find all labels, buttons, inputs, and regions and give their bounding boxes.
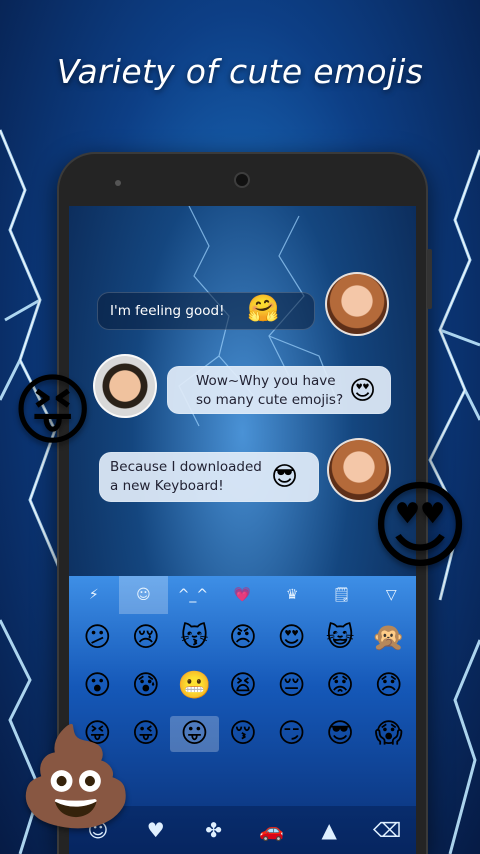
car-icon[interactable]: 🚗 [242, 818, 300, 842]
tab-collapse[interactable]: ▽ [366, 587, 416, 603]
emoji-key[interactable]: 😍 [267, 620, 316, 656]
emoji-key[interactable]: 😮 [73, 668, 122, 704]
emoji-key-selected[interactable]: 😛 [170, 716, 219, 752]
backspace-icon[interactable]: ⌫ [358, 818, 416, 842]
side-button [427, 249, 432, 309]
chat-message-1: I'm feeling good! [110, 303, 225, 319]
sunglasses-emoji: 😎 [271, 462, 299, 492]
heart-eyes-big-emoji: 😍 [370, 470, 471, 582]
emoji-key[interactable]: 😺 [316, 620, 365, 656]
avatar-female [325, 272, 389, 336]
heart-eyes-emoji: 😍 [349, 376, 377, 406]
emoji-key[interactable]: 😫 [219, 668, 268, 704]
headline: Variety of cute emojis [56, 52, 424, 91]
emoji-key[interactable]: 😕 [73, 620, 122, 656]
emoji-key[interactable]: 😏 [267, 716, 316, 752]
flower-icon[interactable]: ✤ [185, 818, 243, 842]
emoji-key[interactable]: 😬 [170, 668, 219, 704]
sensor-dot [115, 180, 121, 186]
emoji-key[interactable]: 😱 [364, 716, 413, 752]
emoji-key[interactable]: 😞 [364, 668, 413, 704]
tab-kaomoji[interactable]: ^_^ [168, 587, 218, 603]
triangle-icon[interactable]: ▲ [300, 818, 358, 842]
front-camera [234, 172, 250, 188]
emoji-key[interactable]: 😽 [170, 620, 219, 656]
emoji-key[interactable]: 😢 [122, 620, 171, 656]
emoji-key[interactable]: 😚 [219, 716, 268, 752]
emoji-key[interactable]: 😔 [267, 668, 316, 704]
tab-hearts[interactable]: 💗 [218, 587, 268, 603]
emoji-key[interactable]: 😰 [122, 668, 171, 704]
chat-bubble-1: I'm feeling good! [97, 292, 315, 330]
hug-emoji: 🤗 [247, 294, 280, 324]
emoji-key[interactable]: 😟 [316, 668, 365, 704]
tongue-wink-emoji: 😝 [12, 366, 94, 456]
emoji-key[interactable]: 😠 [219, 620, 268, 656]
tab-crown[interactable]: ♛ [267, 587, 317, 603]
poop-emoji: 💩 [16, 720, 136, 832]
tab-smileys[interactable]: ☺ [118, 576, 169, 614]
tab-objects[interactable]: 🗒 [317, 587, 367, 603]
emoji-category-tabs: ⚡ ☺ ^_^ 💗 ♛ 🗒 ▽ [69, 576, 416, 614]
emoji-key[interactable]: 😎 [316, 716, 365, 752]
tab-lightning[interactable]: ⚡ [69, 587, 119, 603]
emoji-key[interactable]: 🙊 [364, 620, 413, 656]
avatar-male [93, 354, 157, 418]
